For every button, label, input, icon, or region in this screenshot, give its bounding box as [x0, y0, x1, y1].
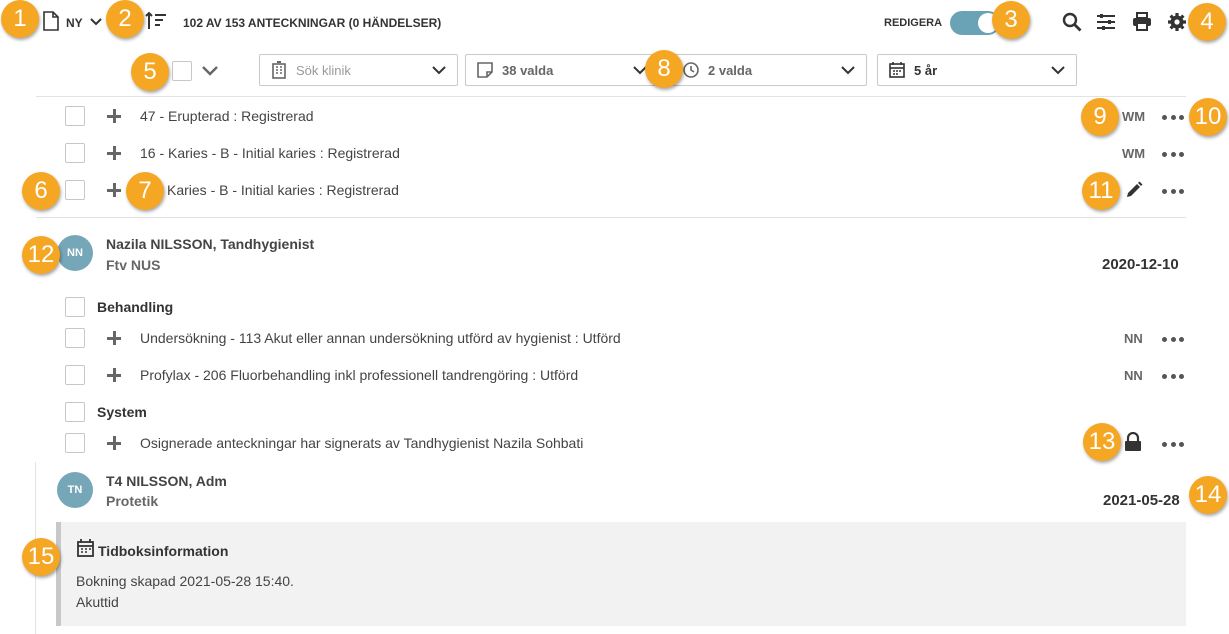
department: Protetik	[106, 493, 159, 509]
print-icon[interactable]	[1131, 11, 1153, 33]
more-options-icon[interactable]	[1162, 152, 1184, 158]
expand-icon[interactable]	[106, 367, 122, 383]
group-label: System	[97, 404, 147, 420]
callout-badge-14: 14	[1189, 476, 1227, 514]
callout-badge-6: 6	[22, 172, 60, 210]
lock-icon	[1123, 431, 1143, 453]
edit-pencil-icon[interactable]	[1124, 180, 1144, 200]
row-checkbox[interactable]	[65, 365, 85, 385]
callout-badge-10: 10	[1189, 98, 1227, 136]
building-icon	[270, 61, 288, 79]
filter-settings-icon[interactable]	[1095, 11, 1117, 33]
search-icon[interactable]	[1061, 11, 1083, 33]
select-all-chevron-icon[interactable]	[200, 62, 220, 80]
notes-type-select[interactable]: 38 valda	[465, 54, 659, 86]
row-checkbox[interactable]	[65, 180, 85, 200]
more-options-icon[interactable]	[1162, 442, 1184, 448]
notes-count: 102 AV 153 ANTECKNINGAR (0 HÄNDELSER)	[183, 16, 442, 30]
sort-icon[interactable]	[145, 10, 167, 32]
group-label: Behandling	[97, 299, 174, 315]
filter-divider	[36, 96, 1186, 97]
author-name: T4 NILSSON, Adm	[106, 473, 227, 489]
callout-badge-12: 12	[22, 236, 60, 274]
list-item: Profylax - 206 Fluorbehandling inkl prof…	[140, 367, 579, 383]
row-checkbox[interactable]	[65, 106, 85, 126]
entry-date: 2021-05-28	[1103, 492, 1180, 509]
list-item: Osignerade anteckningar har signerats av…	[140, 435, 584, 451]
expand-icon[interactable]	[106, 182, 122, 198]
callout-badge-4: 4	[1188, 3, 1226, 41]
edit-label: REDIGERA	[884, 17, 943, 29]
callout-badge-13: 13	[1083, 423, 1121, 461]
callout-badge-1: 1	[1, 0, 39, 38]
entry-divider	[36, 217, 1186, 218]
entry-date: 2020-12-10	[1102, 256, 1179, 273]
new-document-icon[interactable]	[42, 10, 60, 32]
avatar: TN	[57, 472, 93, 508]
clinic-select[interactable]: Sök klinik	[259, 54, 458, 86]
row-checkbox[interactable]	[65, 143, 85, 163]
expand-icon[interactable]	[106, 435, 122, 451]
period-select[interactable]: 5 år	[877, 54, 1077, 86]
row-initials: NN	[1124, 368, 1143, 383]
callout-badge-2: 2	[106, 0, 144, 38]
more-options-icon[interactable]	[1162, 337, 1184, 343]
department: Ftv NUS	[106, 257, 161, 273]
booking-info-line: Akuttid	[76, 594, 119, 610]
booking-info-title: Tidboksinformation	[98, 543, 229, 559]
new-button-label[interactable]: NY	[66, 16, 83, 30]
chevron-down-icon[interactable]	[89, 15, 103, 29]
avatar: NN	[57, 235, 93, 271]
gear-icon[interactable]	[1166, 11, 1188, 33]
callout-badge-8: 8	[645, 50, 683, 88]
expand-icon[interactable]	[106, 108, 122, 124]
period-select-value: 5 år	[914, 62, 938, 78]
note-icon	[476, 61, 494, 79]
notes-type-select-value: 38 valda	[502, 62, 554, 78]
time-select-value: 2 valda	[708, 62, 753, 78]
expand-icon[interactable]	[106, 330, 122, 346]
more-options-icon[interactable]	[1162, 374, 1184, 380]
callout-badge-7: 7	[126, 172, 164, 210]
row-initials: WM	[1122, 146, 1146, 161]
callout-badge-9: 9	[1081, 98, 1119, 136]
callout-badge-5: 5	[131, 53, 169, 91]
calendar-icon	[888, 61, 906, 79]
more-options-icon[interactable]	[1162, 189, 1184, 195]
more-options-icon[interactable]	[1162, 115, 1184, 121]
callout-badge-3: 3	[992, 1, 1030, 39]
clock-icon	[682, 61, 700, 79]
booking-info-line: Bokning skapad 2021-05-28 15:40.	[76, 573, 294, 589]
clinic-select-value: Sök klinik	[296, 62, 351, 78]
row-initials: WM	[1122, 109, 1146, 124]
callout-badge-15: 15	[22, 538, 60, 576]
list-item: Undersökning - 113 Akut eller annan unde…	[140, 330, 621, 346]
select-all-checkbox[interactable]	[172, 61, 192, 81]
expand-icon[interactable]	[106, 145, 122, 161]
row-checkbox[interactable]	[65, 328, 85, 348]
list-item: 16 - Karies - B - Initial karies : Regis…	[140, 145, 400, 161]
calendar-icon	[76, 538, 94, 558]
list-item: 47 - Erupterad : Registrerad	[140, 108, 314, 124]
time-select[interactable]: 2 valda	[671, 54, 867, 86]
author-name: Nazila NILSSON, Tandhygienist	[106, 236, 315, 252]
list-item: Karies - B - Initial karies : Registrera…	[167, 182, 399, 198]
group-checkbox[interactable]	[65, 402, 85, 422]
row-initials: NN	[1124, 331, 1143, 346]
callout-badge-11: 11	[1082, 172, 1120, 210]
row-checkbox[interactable]	[65, 433, 85, 453]
group-checkbox[interactable]	[65, 297, 85, 317]
